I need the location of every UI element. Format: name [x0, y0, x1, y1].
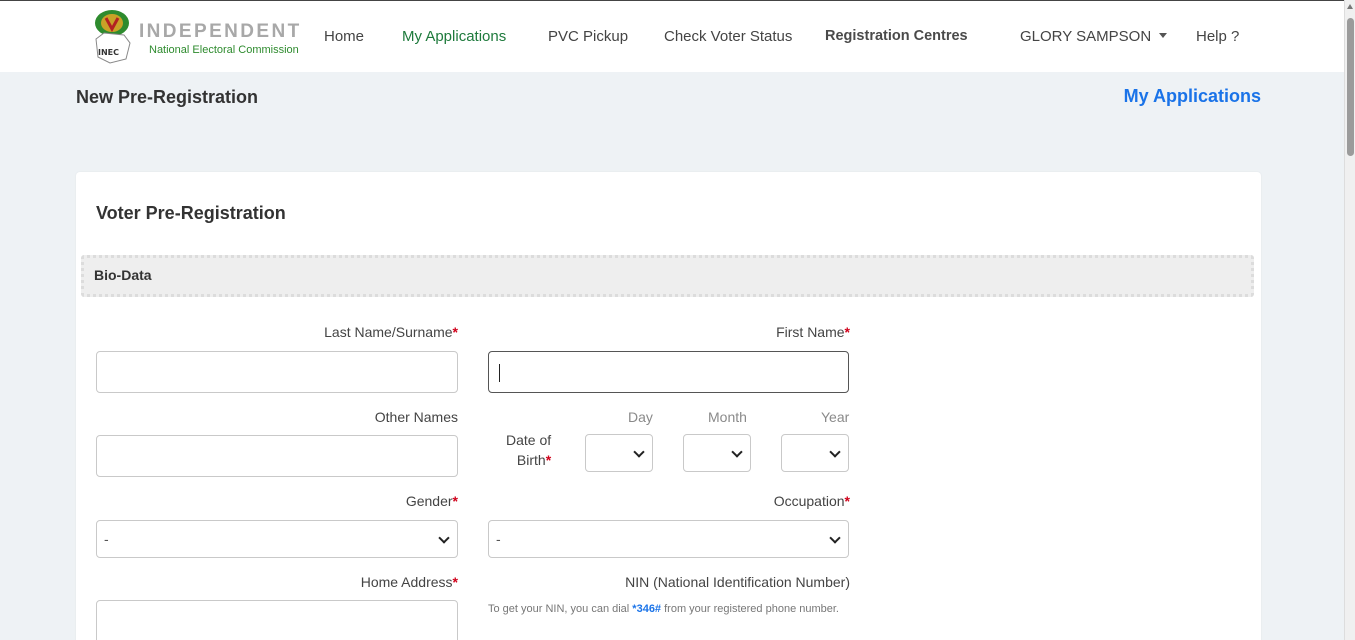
occupation-select[interactable]: - [488, 520, 849, 558]
chevron-down-icon [829, 446, 841, 458]
home-address-input[interactable] [96, 600, 458, 640]
gender-value: - [104, 531, 109, 547]
page-scrollbar[interactable] [1344, 0, 1355, 640]
last-name-input[interactable] [96, 351, 458, 393]
form-title: Voter Pre-Registration [96, 203, 286, 223]
user-name: GLORY SAMPSON [1020, 28, 1152, 45]
logo-title: INDEPENDENT [139, 21, 302, 42]
page-title: New Pre-Registration [76, 87, 259, 107]
first-name-input[interactable] [488, 351, 849, 393]
dob-month-select[interactable] [683, 434, 751, 472]
scrollbar-thumb[interactable] [1347, 18, 1354, 156]
top-navbar: INEC INDEPENDENT National Electoral Comm… [0, 0, 1344, 72]
nav-registration-centres[interactable]: Registration Centres [825, 28, 968, 44]
nav-help[interactable]: Help ? [1196, 28, 1239, 45]
nav-pvc-pickup[interactable]: PVC Pickup [548, 28, 628, 45]
caret-down-icon [1159, 33, 1168, 39]
inec-logo[interactable]: INEC INDEPENDENT National Electoral Comm… [90, 7, 299, 65]
svg-text:INEC: INEC [98, 48, 119, 57]
nin-label: NIN (National Identification Number) [625, 574, 850, 590]
occupation-label: Occupation* [773, 493, 850, 509]
other-names-input[interactable] [96, 435, 458, 477]
gender-select[interactable]: - [96, 520, 458, 558]
nav-home[interactable]: Home [324, 28, 364, 45]
last-name-label: Last Name/Surname* [324, 324, 458, 340]
nav-my-applications[interactable]: My Applications [402, 28, 506, 45]
user-menu-dropdown[interactable]: GLORY SAMPSON [1020, 28, 1168, 45]
scroll-up-arrow-icon[interactable] [1347, 4, 1353, 9]
registration-card: Voter Pre-Registration Bio-Data Last Nam… [76, 172, 1261, 640]
home-address-label: Home Address* [360, 574, 458, 590]
occupation-value: - [496, 531, 501, 547]
gender-label: Gender* [405, 493, 458, 509]
chevron-down-icon [438, 532, 450, 544]
day-label: Day [628, 409, 653, 425]
logo-subtitle: National Electoral Commission [149, 44, 299, 56]
dob-year-select[interactable] [781, 434, 849, 472]
section-title: Bio-Data [94, 267, 152, 283]
first-name-label: First Name* [776, 324, 850, 340]
bio-data-section-header: Bio-Data [81, 255, 1254, 297]
chevron-down-icon [633, 446, 645, 458]
text-cursor [499, 364, 500, 382]
my-applications-link[interactable]: My Applications [1124, 86, 1261, 107]
chevron-down-icon [829, 532, 841, 544]
year-label: Year [821, 409, 850, 425]
month-label: Month [708, 409, 747, 425]
inec-emblem-icon: INEC [95, 10, 131, 64]
nav-check-voter-status[interactable]: Check Voter Status [664, 28, 792, 45]
chevron-down-icon [731, 446, 743, 458]
other-names-label: Other Names [374, 409, 458, 425]
dob-label: Date of Birth* [506, 432, 552, 468]
dob-day-select[interactable] [585, 434, 653, 472]
nin-help-text: To get your NIN, you can dial *346# from… [488, 603, 839, 615]
